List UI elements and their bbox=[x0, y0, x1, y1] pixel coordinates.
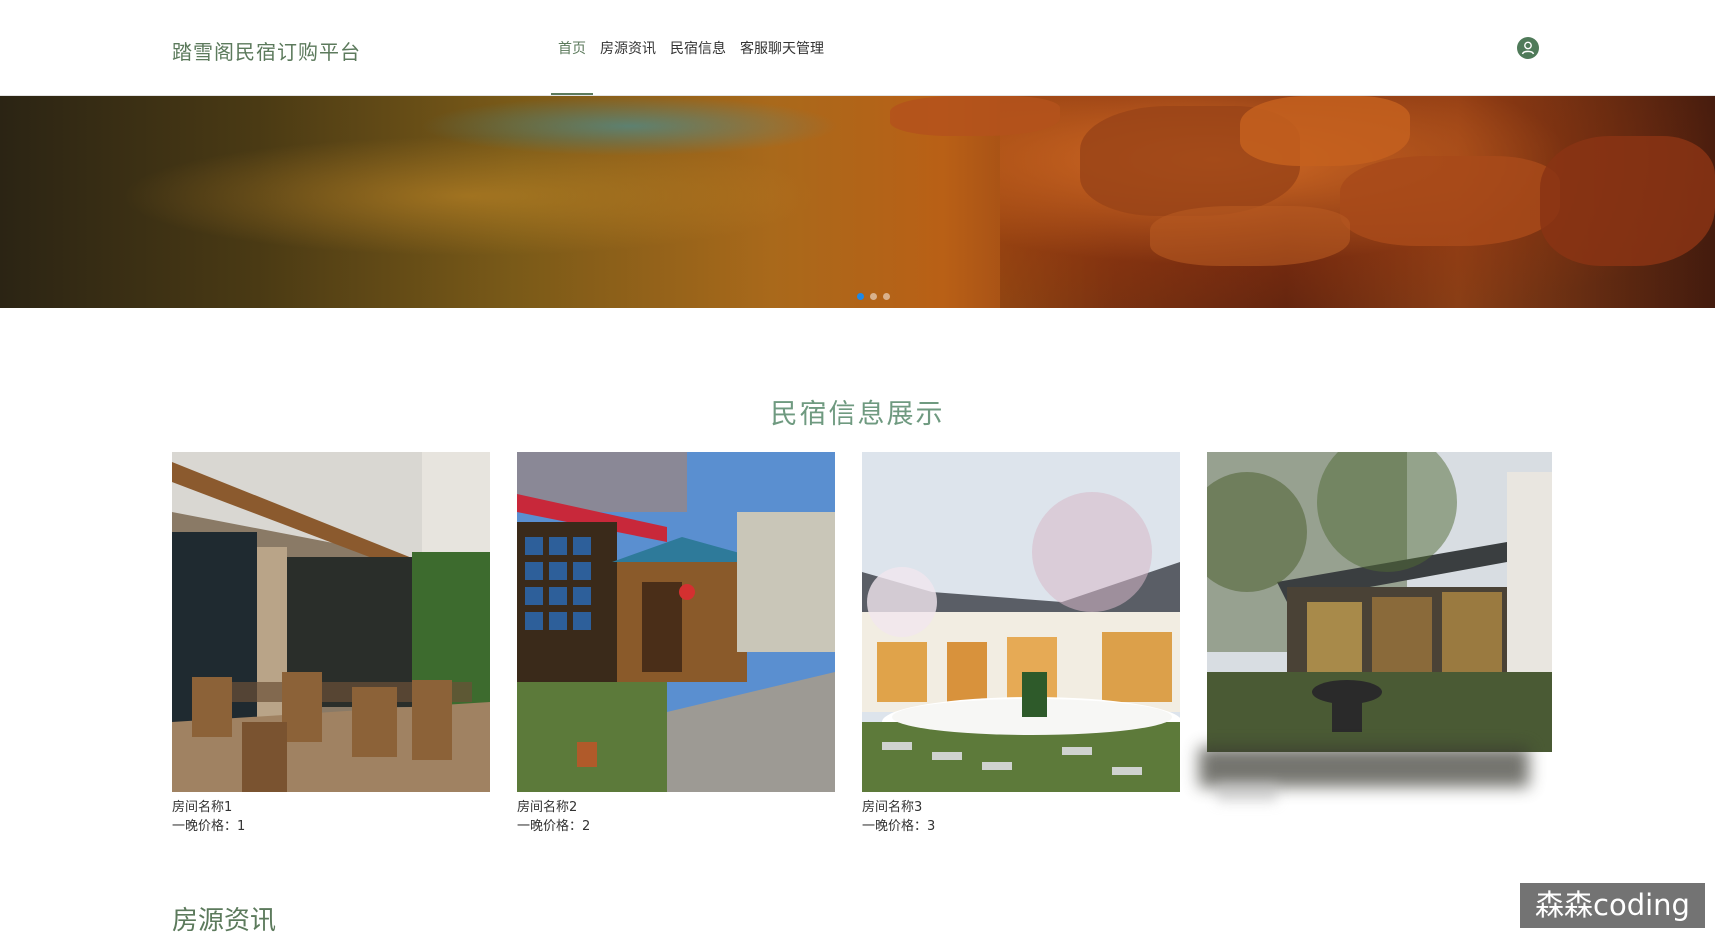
room-price: 一晚价格：3 bbox=[862, 819, 936, 834]
room-image[interactable] bbox=[862, 452, 1180, 792]
room-card[interactable]: 房间名称1 一晚价格：1 bbox=[172, 452, 490, 836]
nav-customer-chat[interactable]: 客服聊天管理 bbox=[733, 0, 831, 95]
watermark: 森森coding bbox=[1520, 883, 1705, 928]
carousel-dot[interactable] bbox=[883, 293, 890, 300]
site-logo[interactable]: 踏雪阁民宿订购平台 bbox=[172, 36, 361, 65]
listing-news-title: 房源资讯 bbox=[172, 906, 277, 936]
room-image[interactable] bbox=[517, 452, 835, 792]
room-price: 一晚价格：2 bbox=[517, 819, 591, 834]
room-image[interactable] bbox=[172, 452, 490, 792]
blurred-caption bbox=[1217, 782, 1277, 802]
banner-rock bbox=[1150, 206, 1350, 266]
room-card[interactable] bbox=[1199, 452, 1552, 802]
room-card[interactable]: 房间名称3 一晚价格：3 bbox=[862, 452, 1180, 836]
room-name: 房间名称1 bbox=[172, 800, 233, 815]
carousel-indicators bbox=[857, 293, 890, 300]
banner-rock bbox=[1540, 136, 1715, 266]
room-image[interactable] bbox=[1207, 452, 1552, 752]
banner-rock bbox=[1340, 156, 1560, 246]
nav-homestay-info[interactable]: 民宿信息 bbox=[663, 0, 733, 95]
nav-listing-news[interactable]: 房源资讯 bbox=[593, 0, 663, 95]
hero-banner[interactable] bbox=[0, 96, 1715, 308]
featured-section-title: 民宿信息展示 bbox=[770, 399, 945, 430]
room-card[interactable]: 房间名称2 一晚价格：2 bbox=[517, 452, 835, 836]
blurred-overlay bbox=[1199, 747, 1529, 787]
banner-rock bbox=[1240, 96, 1410, 166]
nav-home[interactable]: 首页 bbox=[551, 0, 593, 95]
user-icon[interactable] bbox=[1517, 37, 1539, 59]
carousel-dot[interactable] bbox=[857, 293, 864, 300]
room-price: 一晚价格：1 bbox=[172, 819, 246, 834]
room-name: 房间名称3 bbox=[862, 800, 923, 815]
banner-water-glow bbox=[120, 136, 820, 256]
carousel-dot[interactable] bbox=[870, 293, 877, 300]
main-nav: 首页 房源资讯 民宿信息 客服聊天管理 bbox=[551, 0, 831, 95]
top-header: 踏雪阁民宿订购平台 首页 房源资讯 民宿信息 客服聊天管理 bbox=[0, 0, 1715, 96]
room-name: 房间名称2 bbox=[517, 800, 578, 815]
banner-rock bbox=[890, 96, 1060, 136]
banner-water-highlight bbox=[420, 96, 840, 156]
